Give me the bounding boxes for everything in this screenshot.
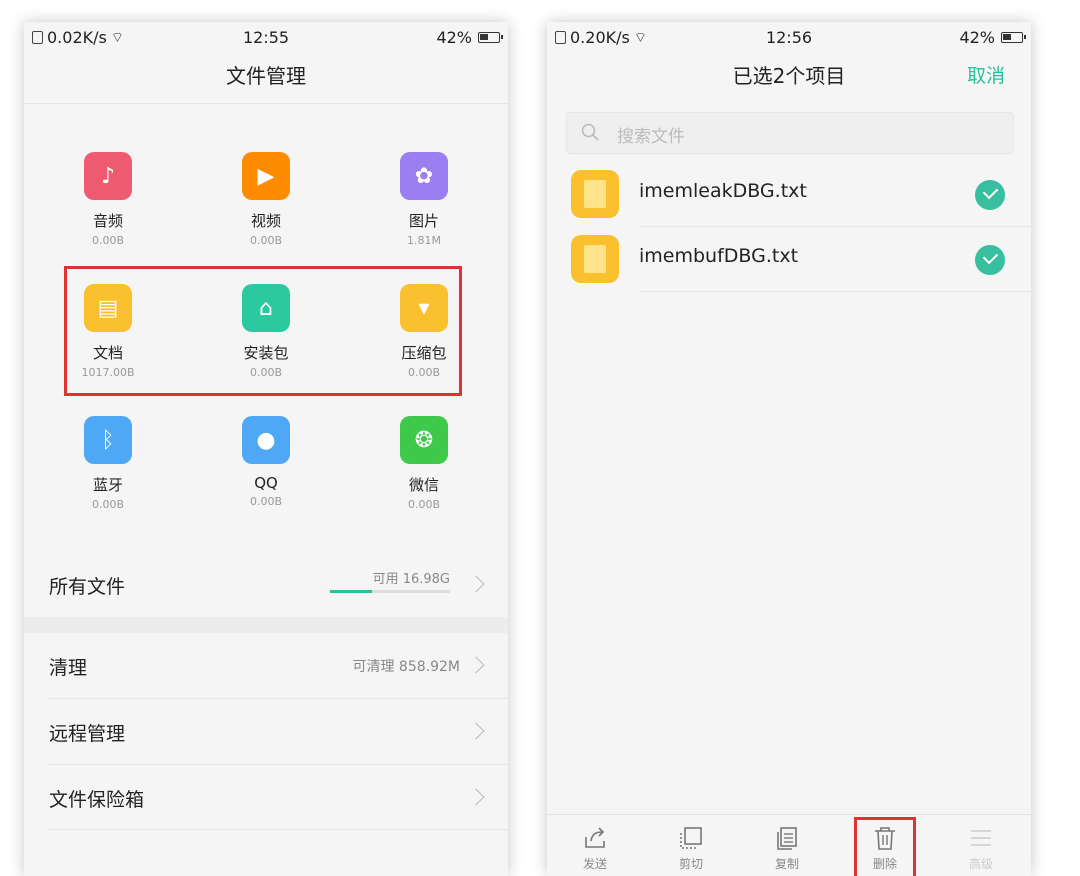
highlight-box: [854, 817, 916, 876]
selection-count: 已选2个项目: [732, 64, 846, 88]
advanced-button[interactable]: 高级: [933, 815, 1029, 876]
battery-percent: 42%: [959, 28, 995, 47]
menu-item-safe[interactable]: 文件保险箱: [24, 765, 508, 830]
music-note-icon: ♪: [84, 152, 132, 200]
storage-progress-fill: [330, 590, 372, 593]
page-title: 文件管理: [24, 54, 508, 104]
file-row[interactable]: imembufDBG.txt: [547, 227, 1031, 291]
file-manager-screen: 0.02K/s ⌔ 12:55 42% 文件管理 ♪ 音频 0.00B ▶ 视频 0.00…: [24, 22, 508, 876]
divider: [639, 291, 1031, 292]
search-icon: [581, 123, 599, 141]
category-label: 音频: [92, 212, 123, 230]
menu-item-label: 远程管理: [49, 723, 126, 745]
category-0[interactable]: ♪ 音频 0.00B: [38, 152, 178, 247]
copy-label: 复制: [774, 857, 799, 871]
share-button[interactable]: 发送: [547, 815, 643, 876]
cut-label: 剪切: [678, 857, 703, 871]
status-time: 12:55: [242, 28, 290, 47]
bottom-toolbar: 发送 剪切 复制 删除 高级: [547, 814, 1031, 876]
highlight-box: [64, 266, 462, 396]
category-size: 0.00B: [91, 498, 125, 511]
menu-item-remote[interactable]: 远程管理: [24, 699, 508, 764]
status-bar: 0.02K/s ⌔ 12:55 42%: [24, 22, 508, 54]
menu-icon: [971, 830, 991, 846]
selection-title: 已选2个项目 取消: [547, 54, 1031, 104]
category-label: 蓝牙: [92, 476, 123, 494]
menu-item-label: 文件保险箱: [49, 789, 145, 811]
play-icon: ▶: [242, 152, 290, 200]
category-size: 0.00B: [249, 495, 283, 508]
copy-icon: [777, 827, 797, 850]
file-name: imemleakDBG.txt: [639, 180, 807, 202]
battery-icon: [1001, 32, 1026, 43]
category-6[interactable]: ᛒ 蓝牙 0.00B: [38, 416, 178, 511]
clean-size: 可清理 858.92M: [352, 659, 460, 675]
category-8[interactable]: ❂ 微信 0.00B: [354, 416, 494, 511]
advanced-label: 高级: [968, 857, 993, 871]
all-files-label: 所有文件: [49, 576, 126, 598]
status-time: 12:56: [765, 28, 813, 47]
category-label: 视频: [250, 212, 281, 230]
file-name: imembufDBG.txt: [639, 245, 799, 267]
flower-icon: ✿: [400, 152, 448, 200]
search-placeholder: 搜索文件: [617, 127, 685, 147]
category-size: 0.00B: [407, 498, 441, 511]
share-label: 发送: [582, 857, 607, 871]
chevron-right-icon: [467, 722, 485, 740]
chevron-right-icon: [467, 656, 485, 674]
battery-percent: 42%: [436, 28, 472, 47]
storage-progress: [330, 590, 450, 593]
category-size: 0.00B: [91, 234, 125, 247]
check-icon[interactable]: [975, 245, 1005, 275]
available-space: 可用 16.98G: [372, 572, 450, 587]
qq-icon: ●: [242, 416, 290, 464]
cut-icon: [680, 827, 702, 849]
bluetooth-icon: ᛒ: [84, 416, 132, 464]
cancel-button[interactable]: 取消: [967, 54, 1005, 98]
search-input[interactable]: 搜索文件: [566, 112, 1014, 154]
category-7[interactable]: ● QQ 0.00B: [196, 416, 336, 508]
category-size: 1.81M: [407, 234, 441, 247]
file-row[interactable]: imemleakDBG.txt: [547, 162, 1031, 226]
battery-status: 42%: [436, 28, 503, 47]
chevron-right-icon: [467, 575, 485, 593]
category-label: 图片: [408, 212, 439, 230]
share-icon: [585, 827, 605, 848]
category-label: QQ: [254, 474, 278, 492]
category-size: 0.00B: [249, 234, 283, 247]
category-2[interactable]: ✿ 图片 1.81M: [354, 152, 494, 247]
all-files-row[interactable]: 所有文件 可用 16.98G: [24, 552, 508, 617]
wechat-icon: ❂: [400, 416, 448, 464]
status-bar: 0.20K/s ⌔ 12:56 42%: [547, 22, 1031, 54]
divider: [49, 829, 508, 830]
menu-item-label: 清理: [49, 657, 88, 679]
battery-status: 42%: [959, 28, 1026, 47]
chevron-right-icon: [467, 788, 485, 806]
text-file-icon: [571, 235, 619, 283]
selection-screen: 0.20K/s ⌔ 12:56 42% 已选2个项目 取消 搜索文件 imeml…: [547, 22, 1031, 876]
cut-button[interactable]: 剪切: [643, 815, 739, 876]
category-label: 微信: [408, 476, 439, 494]
check-icon[interactable]: [975, 180, 1005, 210]
category-1[interactable]: ▶ 视频 0.00B: [196, 152, 336, 247]
text-file-icon: [571, 170, 619, 218]
copy-button[interactable]: 复制: [739, 815, 835, 876]
battery-icon: [478, 32, 503, 43]
section-gap: [24, 617, 508, 633]
menu-item-clean[interactable]: 清理 可清理 858.92M: [24, 633, 508, 698]
